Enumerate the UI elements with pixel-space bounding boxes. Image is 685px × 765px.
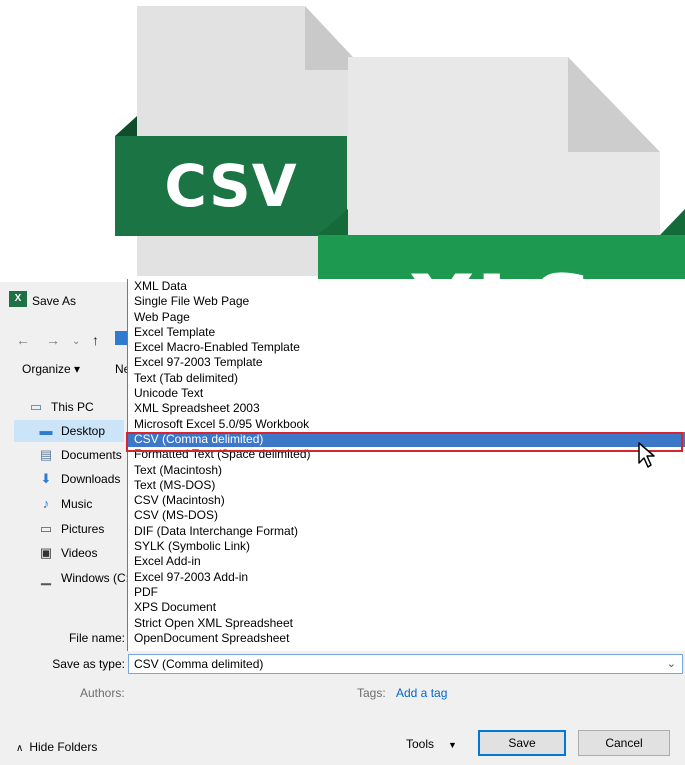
nav-item-pictures[interactable]: ▭ Pictures (37, 518, 105, 540)
music-icon: ♪ (42, 496, 50, 511)
save-type-option[interactable]: Excel 97-2003 Add-in (128, 570, 685, 585)
tools-label: Tools (406, 737, 435, 751)
dialog-title: Save As (32, 294, 77, 308)
save-as-type-value: CSV (Comma delimited) (134, 657, 264, 671)
save-type-option[interactable]: Excel Add-in (128, 554, 685, 569)
tools-button[interactable]: Tools ▼ (406, 737, 457, 751)
file-name-label: File name: (68, 631, 125, 645)
save-type-option[interactable]: Excel Template (128, 325, 685, 340)
nav-item-videos[interactable]: ▣ Videos (37, 542, 98, 564)
nav-this-pc[interactable]: ▭ This PC (27, 396, 94, 418)
nav-item-label: Documents (61, 448, 122, 462)
this-pc-icon: ▭ (29, 399, 43, 414)
recent-locations-chevron-icon[interactable]: ⌄ (72, 336, 80, 347)
chevron-down-icon[interactable]: ⌄ (667, 655, 676, 673)
save-type-option[interactable]: XML Spreadsheet 2003 (128, 401, 685, 416)
save-type-option[interactable]: DIF (Data Interchange Format) (128, 524, 685, 539)
save-type-option[interactable]: PDF (128, 585, 685, 600)
save-type-option[interactable]: Unicode Text (128, 386, 685, 401)
save-type-option[interactable]: Text (Macintosh) (128, 463, 685, 478)
save-type-option[interactable]: Text (MS-DOS) (128, 478, 685, 493)
nav-item-documents[interactable]: ▤ Documents (37, 444, 122, 466)
chevron-up-icon: ∧ (16, 743, 24, 754)
nav-item-desktop[interactable]: ▬ Desktop (37, 420, 106, 442)
save-type-option[interactable]: OpenDocument Spreadsheet (128, 631, 685, 646)
save-type-option[interactable]: Single File Web Page (128, 294, 685, 309)
save-type-option[interactable]: CSV (Macintosh) (128, 493, 685, 508)
save-type-option[interactable]: CSV (Comma delimited) (128, 431, 685, 448)
save-type-option[interactable]: Strict Open XML Spreadsheet (128, 616, 685, 631)
save-type-option[interactable]: Web Page (128, 310, 685, 325)
save-as-type-dropdown-list[interactable]: XML Data Single File Web Page Web Page Exce… (127, 279, 685, 651)
organize-button[interactable]: Organize ▾ (22, 362, 80, 376)
pictures-icon: ▭ (39, 521, 53, 536)
up-arrow-icon[interactable]: ↑ (92, 332, 99, 348)
back-arrow-icon[interactable]: ← (16, 332, 30, 348)
save-type-option[interactable]: Formatted Text (Space delimited) (128, 447, 685, 462)
save-type-option[interactable]: Excel 97-2003 Template (128, 355, 685, 370)
videos-icon: ▣ (39, 545, 53, 560)
nav-item-label: Desktop (61, 424, 106, 438)
csv-label: CSV (164, 152, 298, 220)
nav-item-label: Videos (61, 546, 98, 560)
tags-label: Tags: (357, 686, 386, 700)
nav-item-label: Downloads (61, 472, 121, 486)
nav-item-label: Music (61, 497, 93, 511)
hide-folders-button[interactable]: ∧ Hide Folders (16, 740, 97, 754)
save-type-option[interactable]: CSV (MS-DOS) (128, 508, 685, 523)
add-tag-link[interactable]: Add a tag (396, 686, 447, 700)
tools-dropdown-icon: ▼ (448, 740, 457, 750)
authors-label: Authors: (80, 686, 125, 700)
nav-item-music[interactable]: ♪ Music (37, 493, 93, 515)
excel-app-icon: X (9, 291, 27, 307)
save-type-option[interactable]: Excel Macro-Enabled Template (128, 340, 685, 355)
mouse-cursor-icon (638, 442, 655, 468)
documents-icon: ▤ (39, 447, 53, 462)
save-as-type-select[interactable]: CSV (Comma delimited) ⌄ (128, 654, 683, 674)
downloads-icon: ⬇ (40, 471, 52, 486)
nav-item-downloads[interactable]: ⬇ Downloads (37, 468, 121, 490)
desktop-icon: ▬ (39, 423, 53, 438)
save-type-option[interactable]: Text (Tab delimited) (128, 371, 685, 386)
save-type-option[interactable]: XPS Document (128, 600, 685, 615)
nav-item-label: Pictures (61, 522, 105, 536)
nav-this-pc-label: This PC (51, 400, 94, 414)
save-type-option[interactable]: Microsoft Excel 5.0/95 Workbook (128, 417, 685, 432)
save-as-type-label: Save as type: (52, 657, 125, 671)
save-type-option[interactable]: SYLK (Symbolic Link) (128, 539, 685, 554)
drive-icon: ▁ (41, 570, 51, 585)
cancel-button[interactable]: Cancel (578, 730, 670, 756)
nav-item-windows-c[interactable]: ▁ Windows (C:) (37, 567, 133, 589)
save-type-option[interactable]: XML Data (128, 279, 685, 294)
hide-folders-label: Hide Folders (29, 740, 98, 754)
nav-item-label: Windows (C:) (61, 571, 134, 585)
forward-arrow-icon[interactable]: → (46, 332, 60, 348)
save-button[interactable]: Save (478, 730, 566, 756)
